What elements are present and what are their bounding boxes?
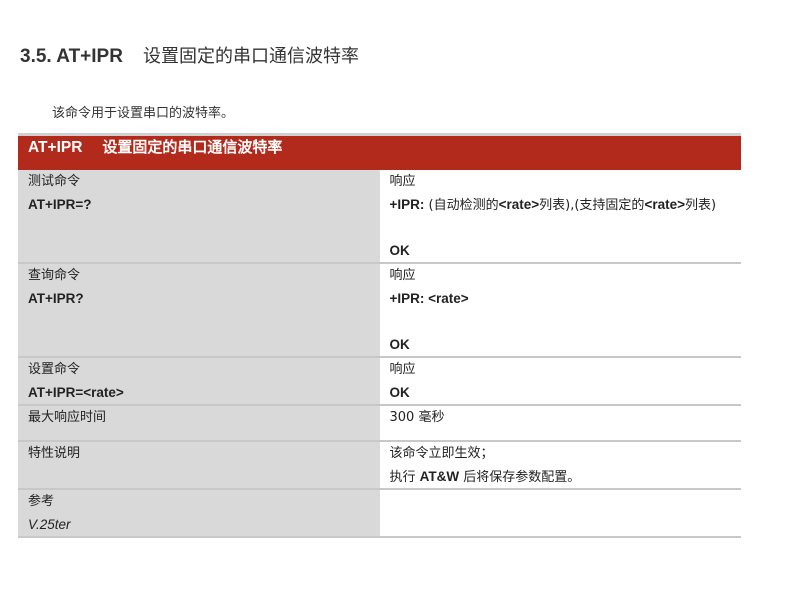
table-header-row: AT+IPR 设置固定的串口通信波特率: [18, 133, 741, 170]
query-response-ok: OK: [389, 337, 410, 352]
header-command: AT+IPR: [28, 139, 83, 156]
test-response-text: +IPR: (自动检测的<rate>列表),(支持固定的<rate>列表): [390, 193, 742, 216]
set-response-label: 响应: [389, 362, 416, 377]
table-row-max-time: 最大响应时间 300 毫秒: [18, 405, 741, 442]
table-row-set: 设置命令 AT+IPR=<rate> 响应 OK: [18, 357, 741, 406]
features-line2-post: 后将保存参数配置。: [459, 470, 581, 485]
features-line2-pre: 执行: [389, 470, 420, 485]
test-response-rate2: <rate>: [644, 197, 685, 212]
test-response-part1: (自动检测的: [424, 198, 499, 213]
max-time-value: 300 毫秒: [389, 410, 445, 425]
reference-label-cell: 参考 V.25ter: [18, 489, 380, 538]
features-line1: 该命令立即生效；: [389, 446, 494, 461]
test-response-label: 响应: [389, 174, 416, 189]
intro-text: 该命令用于设置串口的波特率。: [52, 106, 235, 121]
features-line2: 执行 AT&W 后将保存参数配置。: [390, 465, 742, 488]
query-response-cell: 响应 +IPR: <rate> OK: [379, 263, 742, 358]
table-header: AT+IPR 设置固定的串口通信波特率: [18, 133, 741, 170]
set-response-ok: OK: [389, 385, 410, 400]
max-time-value-cell: 300 毫秒: [379, 405, 741, 442]
section-title-text: 设置固定的串口通信波特率: [142, 46, 359, 67]
features-value-cell: 该命令立即生效； 执行 AT&W 后将保存参数配置。: [379, 441, 742, 490]
table-row-reference: 参考 V.25ter: [18, 489, 741, 538]
set-command-label: 设置命令: [28, 362, 81, 377]
query-command-label: 查询命令: [28, 268, 81, 283]
test-command-syntax: AT+IPR=?: [28, 197, 92, 212]
command-table: AT+IPR 设置固定的串口通信波特率 测试命令 AT+IPR=? 响应 +IPR…: [18, 133, 741, 538]
reference-empty-cell: [379, 489, 741, 538]
max-time-label-cell: 最大响应时间: [18, 405, 380, 442]
max-time-label: 最大响应时间: [28, 410, 107, 425]
reference-value: V.25ter: [28, 517, 71, 532]
set-command-cell: 设置命令 AT+IPR=<rate>: [18, 357, 380, 406]
set-response-cell: 响应 OK: [379, 357, 741, 406]
section-title: 3.5. AT+IPR 设置固定的串口通信波特率: [20, 42, 359, 68]
test-response-prefix: +IPR:: [389, 197, 425, 212]
table-row-features: 特性说明 该命令立即生效； 执行 AT&W 后将保存参数配置。: [18, 441, 742, 490]
test-command-cell: 测试命令 AT+IPR=?: [18, 170, 380, 264]
test-response-part2: 列表),(支持固定的: [539, 198, 645, 213]
section-number: 3.5. AT+IPR: [20, 46, 123, 67]
test-response-cell: 响应 +IPR: (自动检测的<rate>列表),(支持固定的<rate>列表)…: [379, 170, 742, 264]
test-response-rate1: <rate>: [498, 197, 540, 212]
query-response-label: 响应: [389, 268, 416, 283]
table-row-test: 测试命令 AT+IPR=? 响应 +IPR: (自动检测的<rate>列表),(…: [18, 170, 742, 264]
features-line2-cmd: AT&W: [419, 469, 460, 484]
features-label: 特性说明: [28, 446, 81, 461]
query-command-cell: 查询命令 AT+IPR?: [18, 263, 380, 358]
test-response-ok: OK: [389, 243, 410, 258]
reference-label: 参考: [28, 494, 55, 509]
test-response-part3: 列表): [684, 198, 717, 213]
header-description: 设置固定的串口通信波特率: [102, 138, 283, 156]
table-row-query: 查询命令 AT+IPR? 响应 +IPR: <rate> OK: [18, 263, 742, 358]
query-command-syntax: AT+IPR?: [28, 291, 84, 306]
features-label-cell: 特性说明: [18, 441, 380, 490]
set-command-syntax: AT+IPR=<rate>: [28, 385, 124, 400]
query-response-text: +IPR: <rate>: [389, 291, 469, 306]
test-command-label: 测试命令: [28, 174, 81, 189]
